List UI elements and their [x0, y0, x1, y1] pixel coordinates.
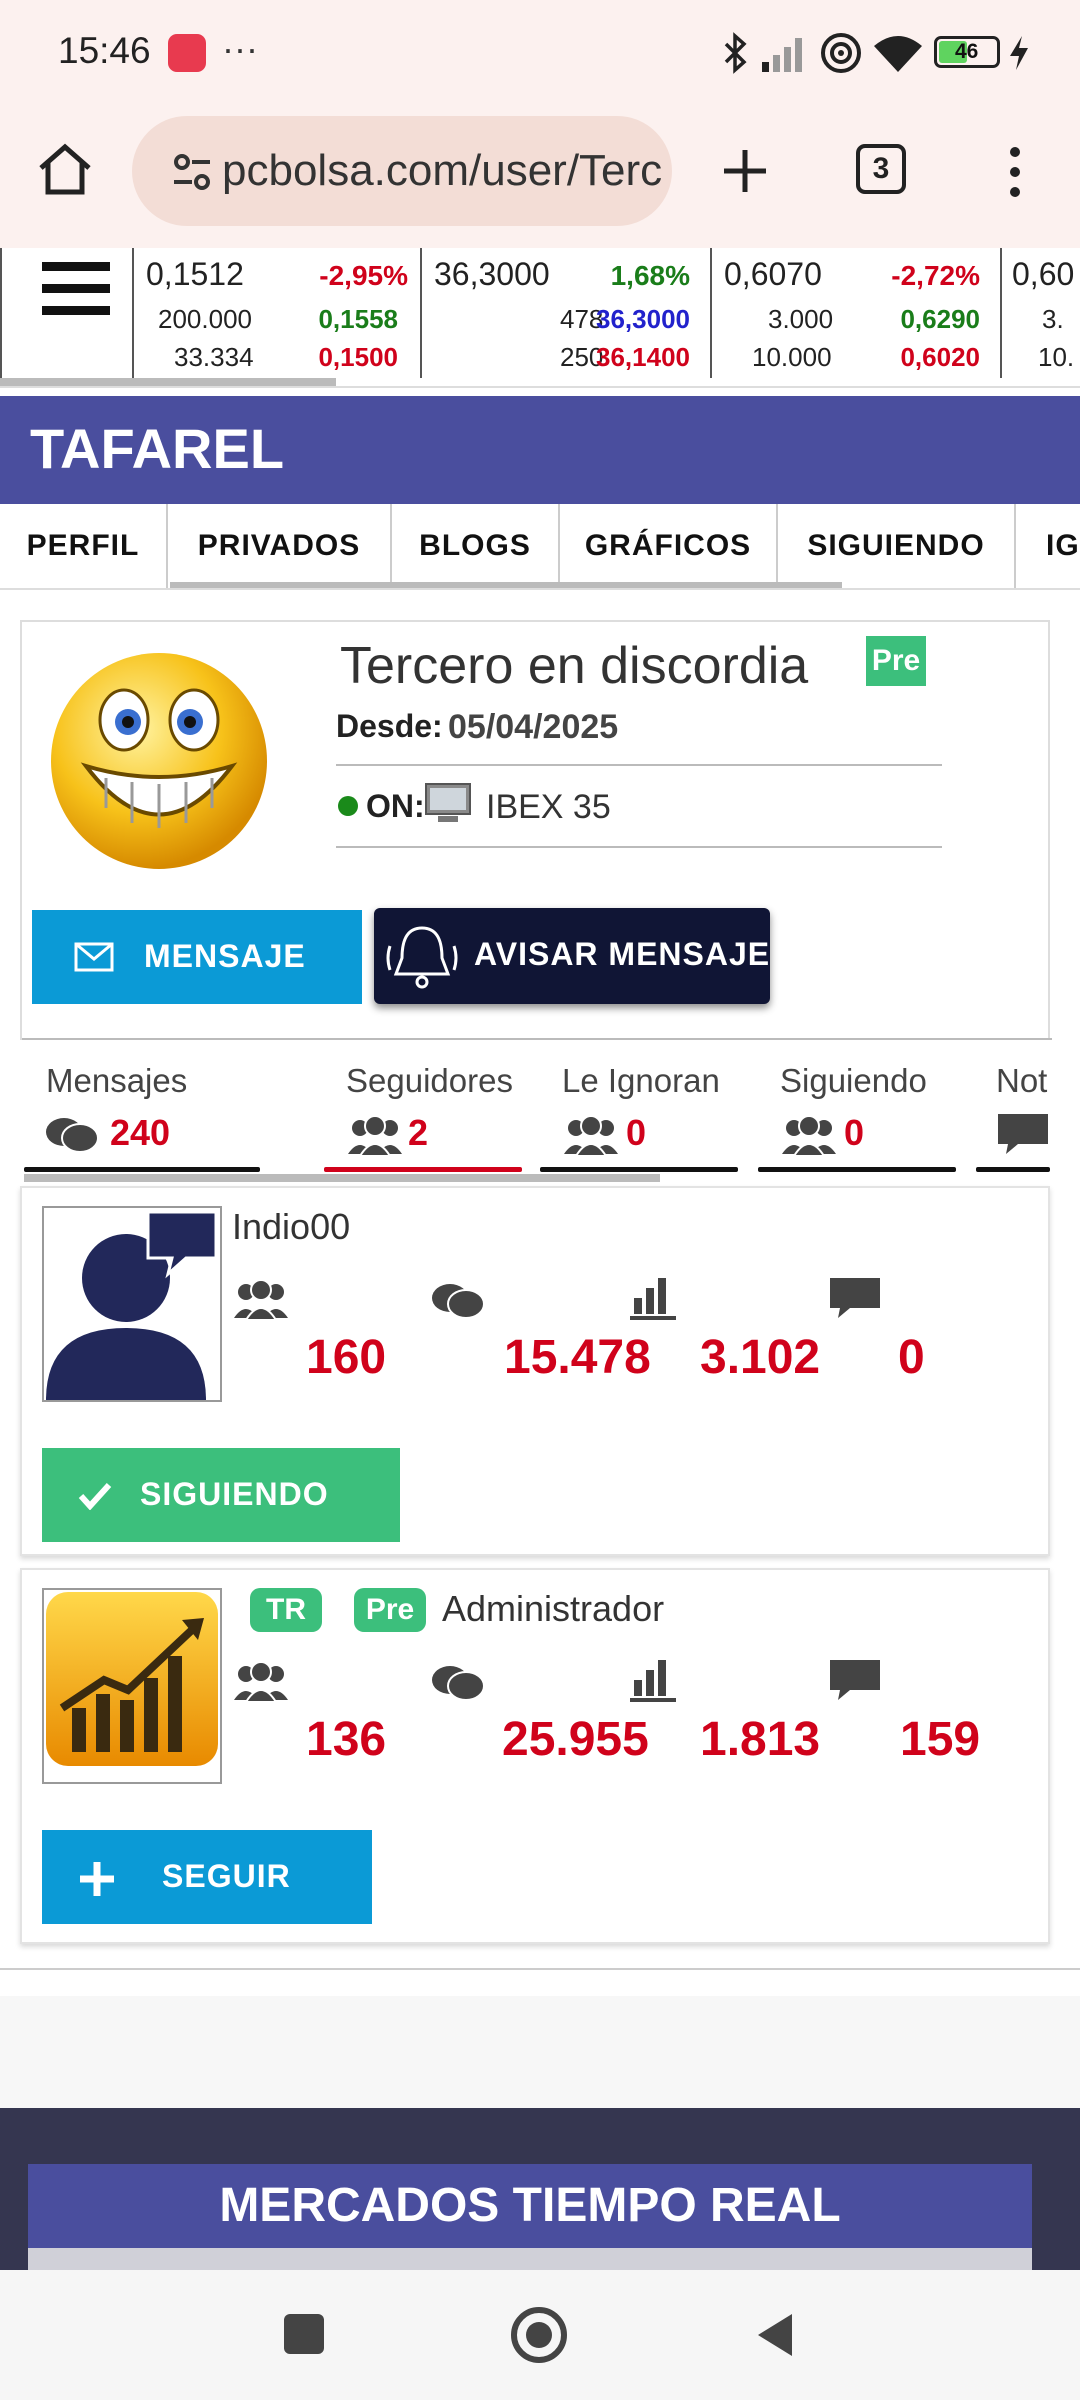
tab-privados[interactable]: PRIVADOS — [168, 504, 392, 588]
notify-message-button[interactable]: AVISAR MENSAJE — [374, 908, 770, 1004]
envelope-icon — [74, 942, 114, 972]
messages-count: 15.478 — [504, 1331, 651, 1384]
tr-badge: TR — [250, 1588, 322, 1632]
since-date: 05/04/2025 — [448, 708, 619, 746]
back-button[interactable] — [752, 2310, 796, 2360]
computer-icon — [425, 783, 471, 822]
stat-mensajes[interactable]: Mensajes 240 — [24, 1062, 260, 1172]
tab-perfil[interactable]: PERFIL — [0, 504, 168, 588]
following-button[interactable]: SIGUIENDO — [42, 1448, 400, 1542]
tab-graficos[interactable]: GRÁFICOS — [560, 504, 778, 588]
ticker-item[interactable]: 0,6070 -2,72% 3.000 0,6290 10.000 0,6020 — [710, 248, 1000, 378]
recents-button[interactable] — [284, 2314, 324, 2354]
battery-icon: 46 — [934, 36, 1000, 68]
charging-bolt-icon — [1010, 36, 1028, 70]
chat-bubbles-icon — [46, 1118, 99, 1153]
ignored-by-icon — [564, 1115, 618, 1156]
charts-count: 1.813 — [700, 1713, 821, 1766]
address-bar[interactable]: pcbolsa.com/user/Tercero — [132, 116, 672, 226]
stat-notas[interactable]: Not — [976, 1062, 1050, 1172]
status-bar: 15:46 ··· 46 — [0, 0, 1080, 108]
followers-count: 160 — [306, 1331, 387, 1384]
stats-scrollbar[interactable] — [24, 1174, 660, 1182]
online-dot — [338, 796, 358, 816]
shopping-app-icon — [168, 34, 206, 72]
avatar-smiley — [51, 653, 267, 869]
browser-toolbar: pcbolsa.com/user/Tercero 3 — [0, 108, 1080, 248]
brand-title: TAFAREL — [30, 417, 285, 480]
site-settings-icon[interactable] — [172, 152, 212, 192]
comment-icon — [830, 1660, 880, 1700]
market-name: IBEX 35 — [486, 788, 611, 826]
user-card: Indio00 160 15.478 3.102 0 SIGUIENDO — [20, 1186, 1050, 1556]
stat-seguidores[interactable]: Seguidores 2 — [324, 1062, 522, 1172]
tab-siguiendo[interactable]: SIGUIENDO — [778, 504, 1016, 588]
content-border — [0, 1968, 1080, 1970]
followers-count: 136 — [306, 1713, 387, 1766]
profile-name: Tercero en discordia — [340, 637, 809, 695]
ticker-item[interactable]: 0,1512 -2,95% 200.000 0,1558 33.334 0,1500 — [132, 248, 420, 378]
comments-count: 159 — [900, 1713, 981, 1766]
ticker-scrollbar[interactable] — [0, 378, 336, 386]
android-nav-bar — [0, 2270, 1080, 2400]
stat-siguiendo[interactable]: Siguiendo 0 — [758, 1062, 956, 1172]
pre-badge: Pre — [354, 1588, 426, 1632]
comment-icon — [830, 1278, 880, 1318]
user-card: TR Pre Administrador 136 25.955 1.813 15… — [20, 1568, 1050, 1944]
home-icon[interactable] — [36, 142, 94, 198]
messages-count: 25.955 — [502, 1713, 649, 1766]
message-button[interactable]: MENSAJE — [32, 910, 362, 1004]
since-label: Desde: — [336, 708, 443, 744]
markets-realtime-title: MERCADOS TIEMPO REAL — [28, 2164, 1032, 2248]
bar-chart-icon — [630, 1660, 676, 1702]
hamburger-menu-icon[interactable] — [42, 262, 110, 316]
ticker-item[interactable]: 0,60 3. 10. — [1000, 248, 1080, 378]
bar-chart-icon — [630, 1278, 676, 1320]
stat-le-ignoran[interactable]: Le Ignoran 0 — [540, 1062, 738, 1172]
comments-count: 0 — [898, 1331, 925, 1384]
divider — [336, 764, 942, 766]
chat-bubbles-icon — [432, 1284, 485, 1319]
new-tab-icon[interactable] — [720, 146, 770, 196]
checkmark-icon — [78, 1482, 112, 1510]
hotspot-icon — [821, 33, 861, 73]
divider — [22, 1038, 1052, 1040]
followers-icon — [234, 1279, 288, 1320]
site-header: TAFAREL — [0, 396, 1080, 504]
signal-icon — [762, 38, 802, 72]
profile-tabs: PERFIL PRIVADOS BLOGS GRÁFICOS SIGUIENDO… — [0, 504, 1080, 590]
spacer — [0, 1996, 1080, 2108]
user-name[interactable]: Administrador — [442, 1588, 664, 1630]
followers-icon — [234, 1661, 288, 1702]
user-name[interactable]: Indio00 — [232, 1206, 350, 1248]
profile-card: Tercero en discordia Pre Desde: 05/04/20… — [20, 620, 1052, 1040]
follow-button[interactable]: SEGUIR — [42, 1830, 372, 1924]
chat-bubbles-icon — [432, 1666, 485, 1701]
market-ticker: 0,1512 -2,95% 200.000 0,1558 33.334 0,1500 … — [0, 248, 1080, 388]
tab-ignorados[interactable]: IG — [1016, 504, 1080, 588]
tab-switcher-button[interactable]: 3 — [856, 144, 906, 194]
url-text: pcbolsa.com/user/Tercero — [222, 146, 662, 195]
home-nav-button[interactable] — [510, 2306, 568, 2364]
following-icon — [782, 1115, 836, 1156]
user-avatar[interactable] — [42, 1206, 222, 1402]
tabs-scrollbar[interactable] — [170, 582, 842, 588]
divider — [336, 846, 942, 848]
pre-badge: Pre — [866, 636, 926, 686]
comment-icon — [998, 1114, 1048, 1154]
user-avatar[interactable] — [42, 1588, 222, 1784]
more-menu-icon[interactable] — [1000, 144, 1030, 200]
notification-more-dots: ··· — [222, 28, 258, 69]
table-header-strip — [28, 2248, 1032, 2270]
wifi-icon — [874, 36, 922, 72]
bell-icon — [386, 926, 458, 989]
online-label: ON: — [366, 788, 425, 824]
status-time: 15:46 — [58, 30, 151, 71]
tab-blogs[interactable]: BLOGS — [392, 504, 560, 588]
plus-icon — [80, 1862, 114, 1896]
ticker-item[interactable]: 36,3000 1,68% 478 36,3000 250 36,1400 — [420, 248, 710, 378]
charts-count: 3.102 — [700, 1331, 821, 1384]
followers-icon — [348, 1115, 402, 1156]
bluetooth-icon — [724, 32, 747, 74]
